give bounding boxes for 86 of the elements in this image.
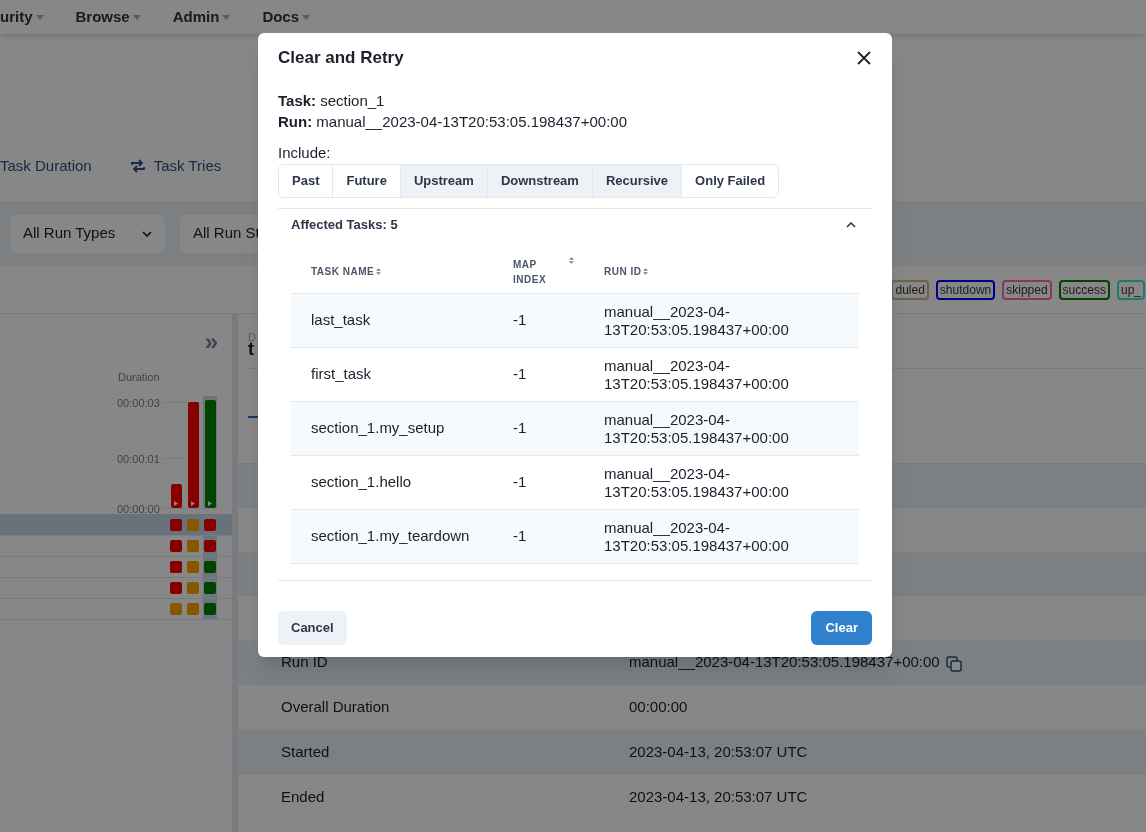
status-legend-tag[interactable]: up_: [1116, 279, 1145, 300]
table-cell-text: -1: [513, 526, 528, 547]
sort-icon[interactable]: [643, 268, 649, 275]
status-legend-tag[interactable]: duled: [891, 279, 929, 300]
detail-value: 2023-04-13, 20:53:07 UTC: [629, 787, 808, 808]
task-status-square[interactable]: [170, 561, 182, 573]
table-cell-text: last_task: [310, 310, 372, 331]
status-legend-tag[interactable]: success: [1058, 279, 1110, 300]
table-cell-text: section_1.my_teardown: [310, 526, 471, 547]
task-status-square[interactable]: [170, 519, 182, 531]
table-cell-text: -1: [513, 418, 528, 439]
filter-select[interactable]: All Run Types: [10, 214, 165, 253]
chevron-down-icon: [142, 230, 152, 237]
caret-icon: [302, 14, 311, 20]
run-info: Run: manual__2023-04-13T20:53:05.198437+00:00: [278, 112, 628, 132]
clear-button[interactable]: Clear: [811, 611, 872, 645]
detail-label: Ended: [281, 788, 325, 806]
task-status-square[interactable]: [170, 540, 182, 552]
table-cell-text: manual__2023-04-13T20:53:05.198437+00:00: [604, 518, 790, 555]
detail-label: Started: [281, 743, 330, 761]
nav-menu-item[interactable]: Admin: [172, 5, 231, 29]
column-header[interactable]: RUN ID: [604, 264, 642, 279]
table-cell-text: first_task: [310, 364, 372, 385]
table-cell-text: manual__2023-04-13T20:53:05.198437+00:00: [604, 302, 790, 339]
status-legend-tag[interactable]: skipped: [1002, 279, 1052, 300]
caret-icon: [222, 14, 231, 20]
toggle-button[interactable]: Only Failed: [681, 165, 779, 197]
detail-label: Overall Duration: [281, 698, 390, 716]
detail-value: 00:00:00: [629, 697, 688, 718]
toggle-button[interactable]: Recursive: [591, 165, 682, 197]
task-status-square[interactable]: [170, 603, 182, 615]
table-cell-text: manual__2023-04-13T20:53:05.198437+00:00: [604, 410, 790, 447]
sort-icon[interactable]: [376, 268, 382, 275]
nav-menu-item[interactable]: Browse: [75, 5, 141, 29]
task-status-square[interactable]: [204, 540, 216, 552]
task-status-square[interactable]: [187, 561, 199, 573]
sort-icon[interactable]: [569, 256, 574, 264]
caret-icon: [35, 14, 44, 20]
table-cell-text: section_1.hello: [310, 472, 413, 493]
close-icon[interactable]: [857, 51, 871, 65]
table-cell-text: -1: [513, 364, 528, 385]
task-status-square[interactable]: [204, 603, 216, 615]
copy-icon[interactable]: [945, 656, 962, 672]
duration-bar[interactable]: [204, 400, 216, 508]
dialog-title: Clear and Retry: [278, 47, 404, 70]
play-icon: [191, 501, 195, 506]
table-cell-text: manual__2023-04-13T20:53:05.198437+00:00: [604, 356, 790, 393]
task-status-square[interactable]: [187, 603, 199, 615]
status-legend-tag[interactable]: shutdown: [935, 279, 996, 300]
repeat-icon: [129, 158, 146, 174]
detail-value: 2023-04-13, 20:53:07 UTC: [629, 742, 808, 763]
tick-label: 00:00:00: [117, 502, 160, 517]
play-icon: [174, 501, 178, 506]
task-status-square[interactable]: [187, 582, 199, 594]
table-cell-text: section_1.my_setup: [310, 418, 446, 439]
tick-label: 00:00:03: [117, 396, 160, 411]
detail-value: manual__2023-04-13T20:53:05.198437+00:00: [629, 652, 940, 673]
play-icon: [208, 501, 212, 506]
task-status-square[interactable]: [187, 540, 199, 552]
collapse-toggle[interactable]: »: [204, 330, 218, 354]
duration-bar[interactable]: [187, 402, 199, 508]
details-title: t: [248, 339, 254, 359]
caret-icon: [132, 14, 141, 20]
nav-menu-item[interactable]: urity: [0, 5, 44, 29]
view-tab[interactable]: Task Duration: [0, 154, 92, 178]
include-label: Include:: [278, 143, 332, 163]
task-status-square[interactable]: [187, 519, 199, 531]
task-status-square[interactable]: [170, 582, 182, 594]
task-status-square[interactable]: [204, 582, 216, 594]
cancel-button[interactable]: Cancel: [278, 611, 347, 645]
table-cell-text: manual__2023-04-13T20:53:05.198437+00:00: [604, 464, 790, 501]
column-header[interactable]: TASK NAME: [311, 264, 375, 279]
task-info: Task: section_1: [278, 91, 386, 111]
table-cell-text: -1: [513, 472, 528, 493]
task-status-square[interactable]: [204, 519, 216, 531]
toggle-button[interactable]: Downstream: [486, 165, 592, 197]
toggle-button[interactable]: Upstream: [399, 165, 487, 197]
table-cell-text: -1: [513, 310, 528, 331]
chart-axis-label: Duration: [118, 370, 160, 385]
task-status-square[interactable]: [204, 561, 216, 573]
view-tab[interactable]: Task Tries: [129, 154, 222, 178]
column-header[interactable]: MAP INDEX: [513, 256, 553, 287]
tick-label: 00:00:01: [117, 452, 160, 467]
nav-menu-item[interactable]: Docs: [262, 5, 311, 29]
duration-bar[interactable]: [170, 483, 182, 508]
detail-label: Run ID: [281, 653, 328, 671]
